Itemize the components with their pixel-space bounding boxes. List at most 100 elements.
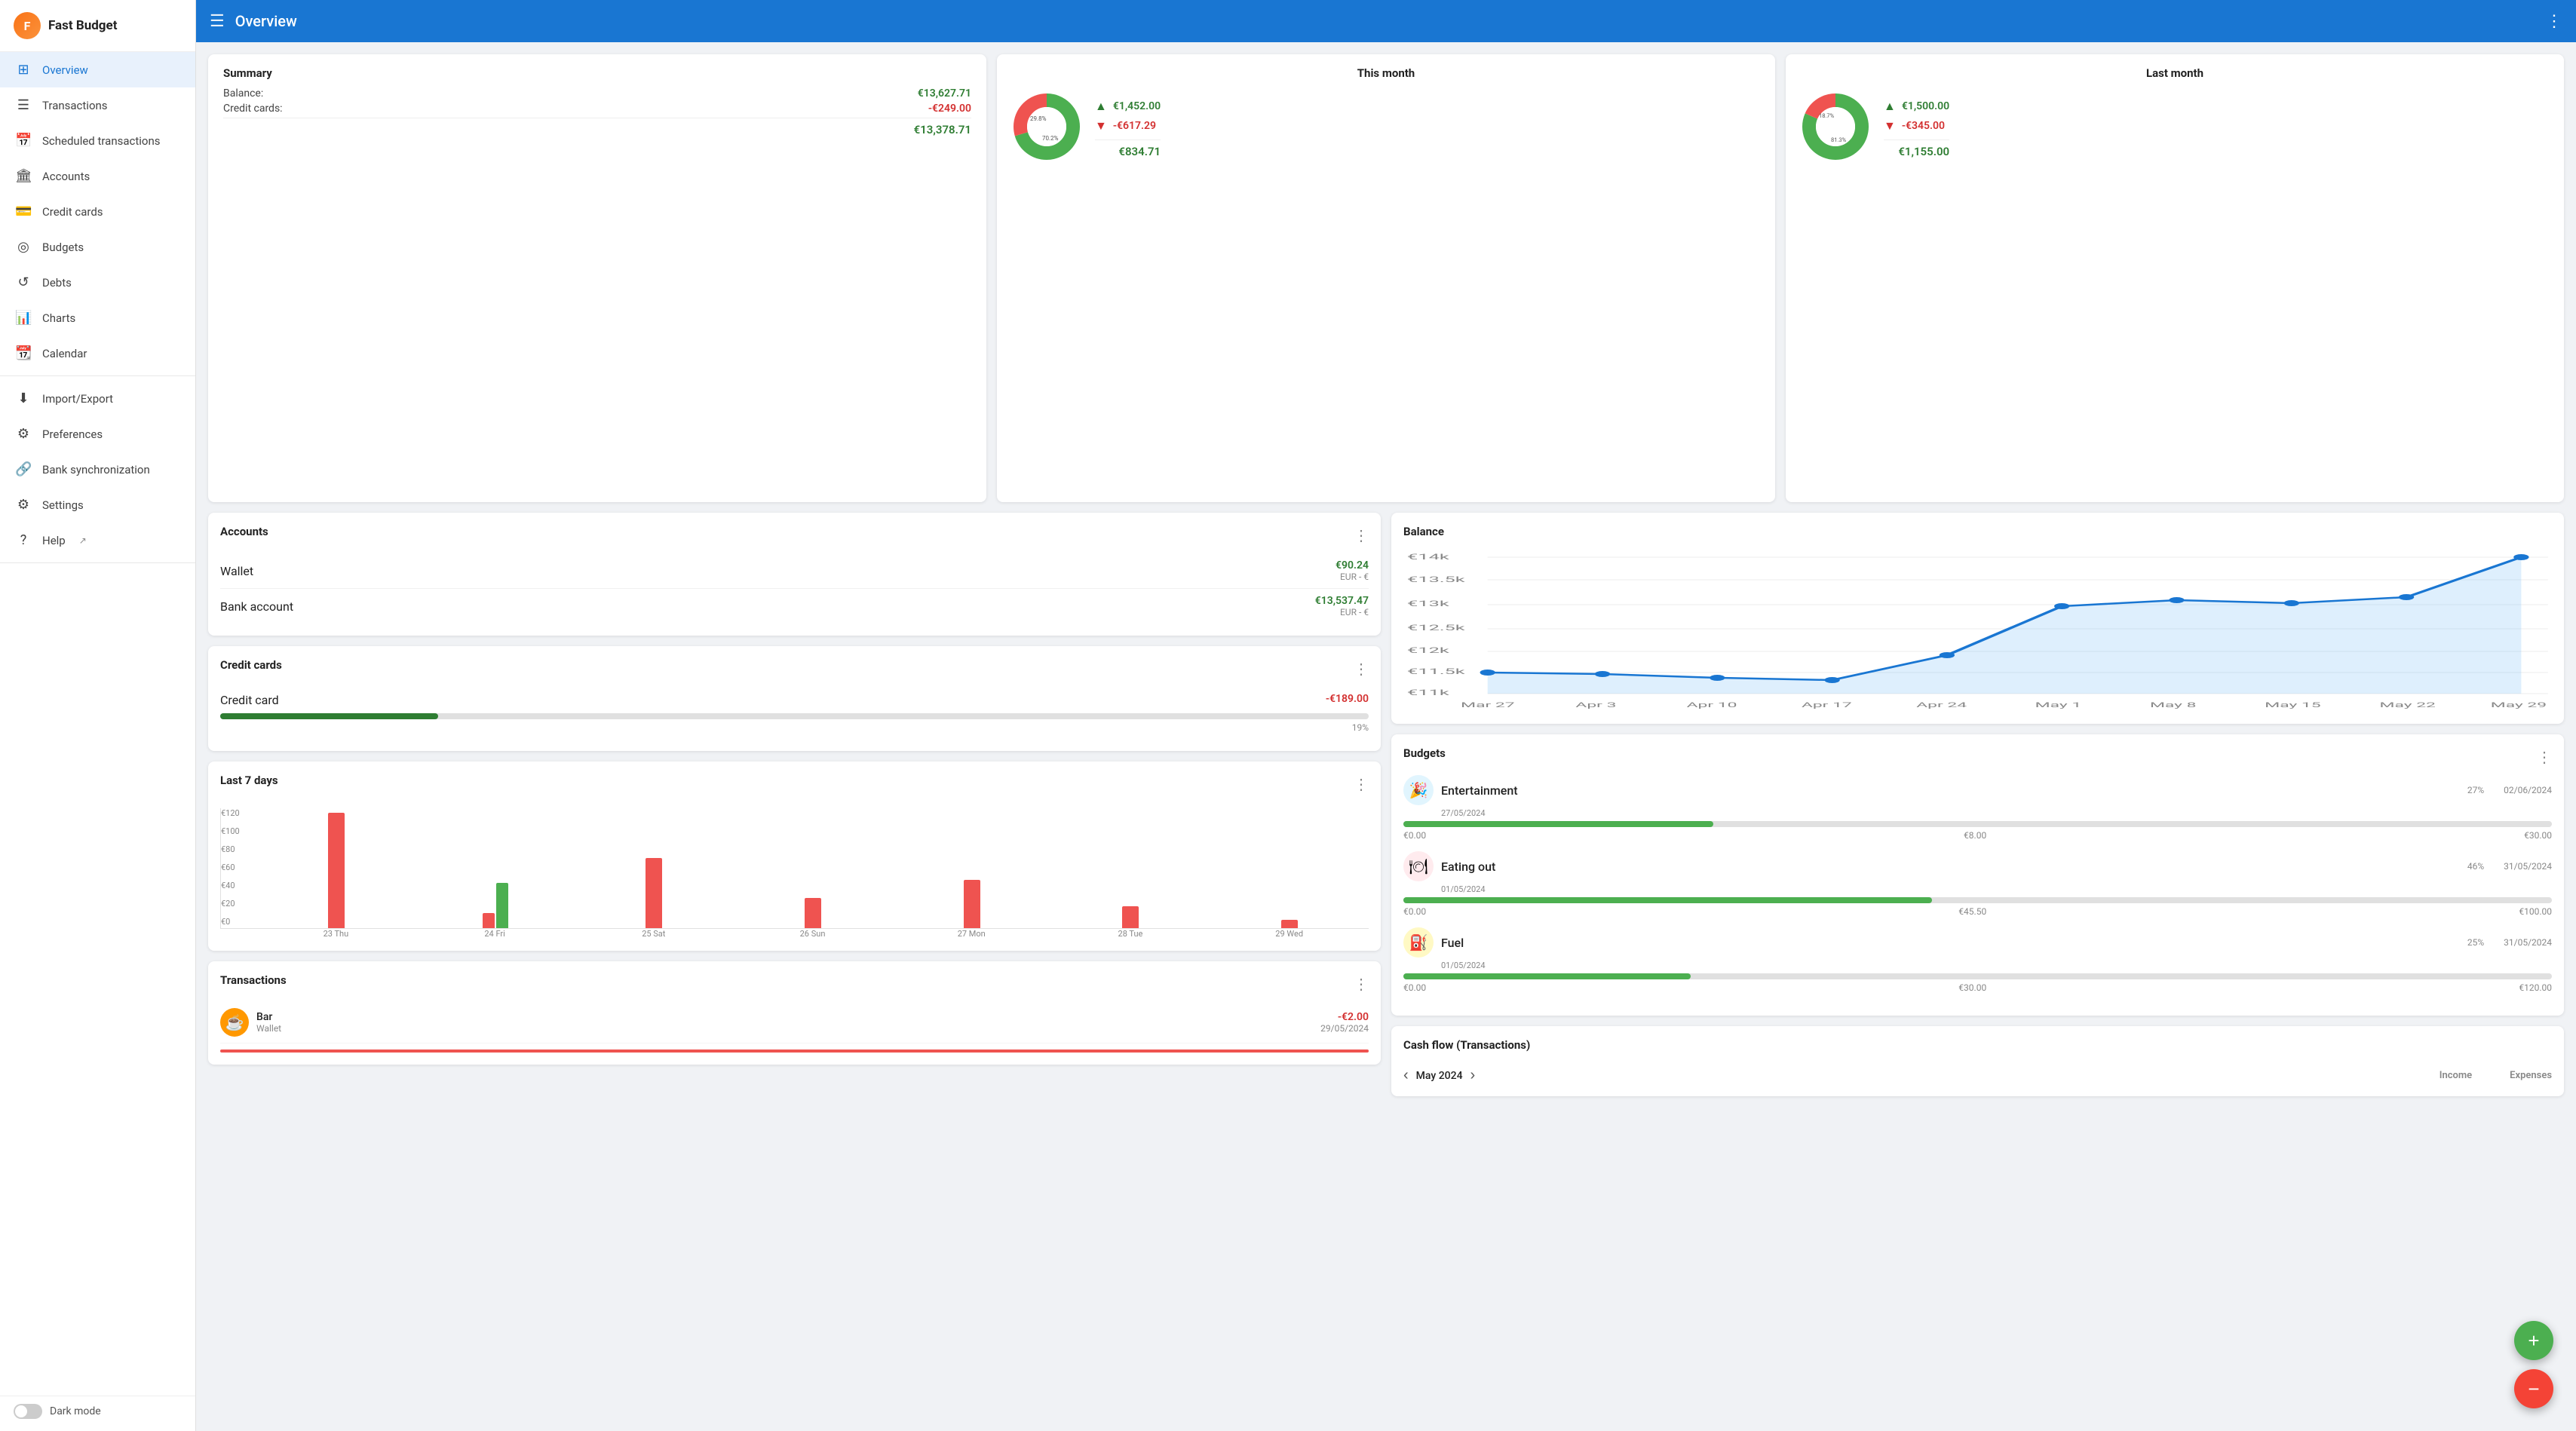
bar-thu-red xyxy=(328,813,345,928)
last-month-body: 18.7% 81.3% ▲ €1,500.00 ▼ -€345.00 xyxy=(1798,89,2552,167)
dark-mode-toggle[interactable] xyxy=(14,1404,42,1419)
cash-flow-next-button[interactable]: › xyxy=(1470,1067,1476,1084)
sidebar-item-budgets[interactable]: ◎ Budgets xyxy=(0,229,195,265)
budget-fuel: ⛽ Fuel 25% 31/05/2024 01/05/2024 €0.00 €… xyxy=(1403,927,2552,993)
sidebar-item-settings[interactable]: ⚙ Settings xyxy=(0,487,195,522)
cash-flow-prev-button[interactable]: ‹ xyxy=(1403,1067,1409,1084)
svg-text:Apr 3: Apr 3 xyxy=(1575,701,1616,709)
budgets-more-button[interactable]: ⋮ xyxy=(2537,748,2552,766)
fab-subtract-button[interactable]: − xyxy=(2514,1369,2553,1408)
balance-svg: €14k €13.5k €13k €12.5k €12k €11.5k €11k xyxy=(1403,546,2552,712)
budget-fuel-icon: ⛽ xyxy=(1403,927,1434,958)
fab-add-button[interactable]: + xyxy=(2514,1321,2553,1360)
budget-eating-header: 🍽 Eating out 46% 31/05/2024 xyxy=(1403,851,2552,881)
credit-cards-more-button[interactable]: ⋮ xyxy=(1354,660,1369,678)
sidebar-label-charts: Charts xyxy=(42,311,75,325)
budget-fuel-total: €120.00 xyxy=(2519,982,2552,993)
scheduled-icon: 📅 xyxy=(15,133,32,149)
sidebar-label-preferences: Preferences xyxy=(42,427,103,441)
wallet-name: Wallet xyxy=(220,564,253,578)
sidebar-item-preferences[interactable]: ⚙ Preferences xyxy=(0,416,195,452)
sidebar-item-bank-sync[interactable]: 🔗 Bank synchronization xyxy=(0,452,195,487)
sidebar-item-accounts[interactable]: 🏛 Accounts xyxy=(0,158,195,194)
svg-text:€12.5k: €12.5k xyxy=(1407,624,1465,633)
settings-icon: ⚙ xyxy=(15,497,32,513)
content-area: Summary Balance: €13,627.71 Credit cards… xyxy=(196,42,2576,1431)
balance-title: Balance xyxy=(1403,525,2552,538)
account-row-wallet: Wallet €90.24 EUR - € xyxy=(220,553,1369,589)
last7days-header: Last 7 days ⋮ xyxy=(220,774,1369,795)
credit-cards-row: Credit cards: -€249.00 xyxy=(223,103,971,115)
balance-value: €13,627.71 xyxy=(918,87,971,100)
budget-entertainment-name: Entertainment xyxy=(1441,783,2460,798)
import-export-icon: ⬇ xyxy=(15,391,32,406)
budget-entertainment-spent: €0.00 xyxy=(1403,830,1426,841)
sidebar-item-help[interactable]: ? Help ↗ xyxy=(0,522,195,558)
sidebar-item-overview[interactable]: ⊞ Overview xyxy=(0,52,195,87)
transactions-more-button[interactable]: ⋮ xyxy=(1354,975,1369,993)
bar-group-fri xyxy=(416,808,575,928)
sidebar-item-import-export[interactable]: ⬇ Import/Export xyxy=(0,381,195,416)
sidebar-label-import-export: Import/Export xyxy=(42,392,113,406)
sidebar-item-scheduled[interactable]: 📅 Scheduled transactions xyxy=(0,123,195,158)
budget-eating-name: Eating out xyxy=(1441,860,2460,874)
transactions-scroll-indicator xyxy=(220,1050,1369,1053)
this-month-expense: -€617.29 xyxy=(1113,120,1156,132)
budgets-title: Budgets xyxy=(1403,746,1446,760)
sidebar-item-calendar[interactable]: 📆 Calendar xyxy=(0,336,195,371)
budget-eating-progress-bg xyxy=(1403,897,2552,903)
transactions-card: Transactions ⋮ ☕ Bar Wallet -€2.00 29/05… xyxy=(208,961,1381,1065)
budget-fuel-progress-bg xyxy=(1403,973,2552,979)
x-label-fri: 24 Fri xyxy=(416,929,575,939)
wallet-balance: €90.24 xyxy=(1336,559,1369,571)
cash-flow-nav: ‹ May 2024 › Income Expenses xyxy=(1403,1067,2552,1084)
bar-sat-red xyxy=(646,858,662,928)
cash-flow-income-label: Income xyxy=(2440,1070,2472,1081)
sidebar-item-charts[interactable]: 📊 Charts xyxy=(0,300,195,336)
balance-label: Balance: xyxy=(223,87,263,100)
budget-eating-out: 🍽 Eating out 46% 31/05/2024 01/05/2024 €… xyxy=(1403,851,2552,917)
svg-text:29.8%: 29.8% xyxy=(1030,115,1047,122)
x-label-sun: 26 Sun xyxy=(733,929,892,939)
budget-fuel-spent: €0.00 xyxy=(1403,982,1426,993)
this-month-donut: 29.8% 70.2% xyxy=(1009,89,1084,167)
overview-icon: ⊞ xyxy=(15,62,32,78)
svg-text:May 1: May 1 xyxy=(2035,701,2082,709)
this-month-body: 29.8% 70.2% ▲ €1,452.00 ▼ -€617.29 xyxy=(1009,89,1763,167)
x-labels: 23 Thu 24 Fri 25 Sat 26 Sun 27 Mon 28 Tu… xyxy=(220,929,1369,939)
svg-text:Apr 10: Apr 10 xyxy=(1687,701,1737,709)
budgets-icon: ◎ xyxy=(15,239,32,255)
budget-entertainment-pct: 27% xyxy=(2467,785,2484,795)
budget-eating-total: €100.00 xyxy=(2519,906,2552,917)
svg-text:18.7%: 18.7% xyxy=(1819,112,1835,119)
menu-icon[interactable]: ☰ xyxy=(210,12,225,31)
summary-card: Summary Balance: €13,627.71 Credit cards… xyxy=(208,54,986,502)
help-external-icon: ↗ xyxy=(79,535,87,546)
budget-fuel-name: Fuel xyxy=(1441,936,2460,950)
budget-eating-end: 31/05/2024 xyxy=(2504,861,2552,872)
bar-fri-green xyxy=(496,883,508,928)
transactions-header: Transactions ⋮ xyxy=(220,973,1369,994)
sidebar-item-debts[interactable]: ↺ Debts xyxy=(0,265,195,300)
credit-cards-value: -€249.00 xyxy=(928,103,971,115)
last-month-expense: -€345.00 xyxy=(1902,120,1945,132)
help-icon: ? xyxy=(15,532,32,548)
sidebar-item-transactions[interactable]: ☰ Transactions xyxy=(0,87,195,123)
cash-flow-card: Cash flow (Transactions) ‹ May 2024 › In… xyxy=(1391,1026,2564,1096)
topbar: ☰ Overview ⋮ xyxy=(196,0,2576,42)
accounts-more-button[interactable]: ⋮ xyxy=(1354,526,1369,544)
cash-flow-title: Cash flow (Transactions) xyxy=(1403,1038,1530,1052)
x-label-thu: 23 Thu xyxy=(256,929,416,939)
credit-cards-card: Credit cards ⋮ Credit card -€189.00 19% xyxy=(208,646,1381,751)
wallet-right: €90.24 EUR - € xyxy=(1336,559,1369,582)
sidebar-header: F Fast Budget xyxy=(0,0,195,52)
dark-mode-section: Dark mode xyxy=(0,1396,195,1431)
bar-group-thu xyxy=(257,808,416,928)
sidebar-label-scheduled: Scheduled transactions xyxy=(42,134,161,148)
sidebar-item-credit-cards[interactable]: 💳 Credit cards xyxy=(0,194,195,229)
topbar-more-icon[interactable]: ⋮ xyxy=(2546,12,2562,31)
budget-eating-spent: €0.00 xyxy=(1403,906,1426,917)
svg-text:70.2%: 70.2% xyxy=(1042,135,1059,142)
last7days-more-button[interactable]: ⋮ xyxy=(1354,775,1369,793)
transaction-date-bar: 29/05/2024 xyxy=(1320,1023,1369,1034)
